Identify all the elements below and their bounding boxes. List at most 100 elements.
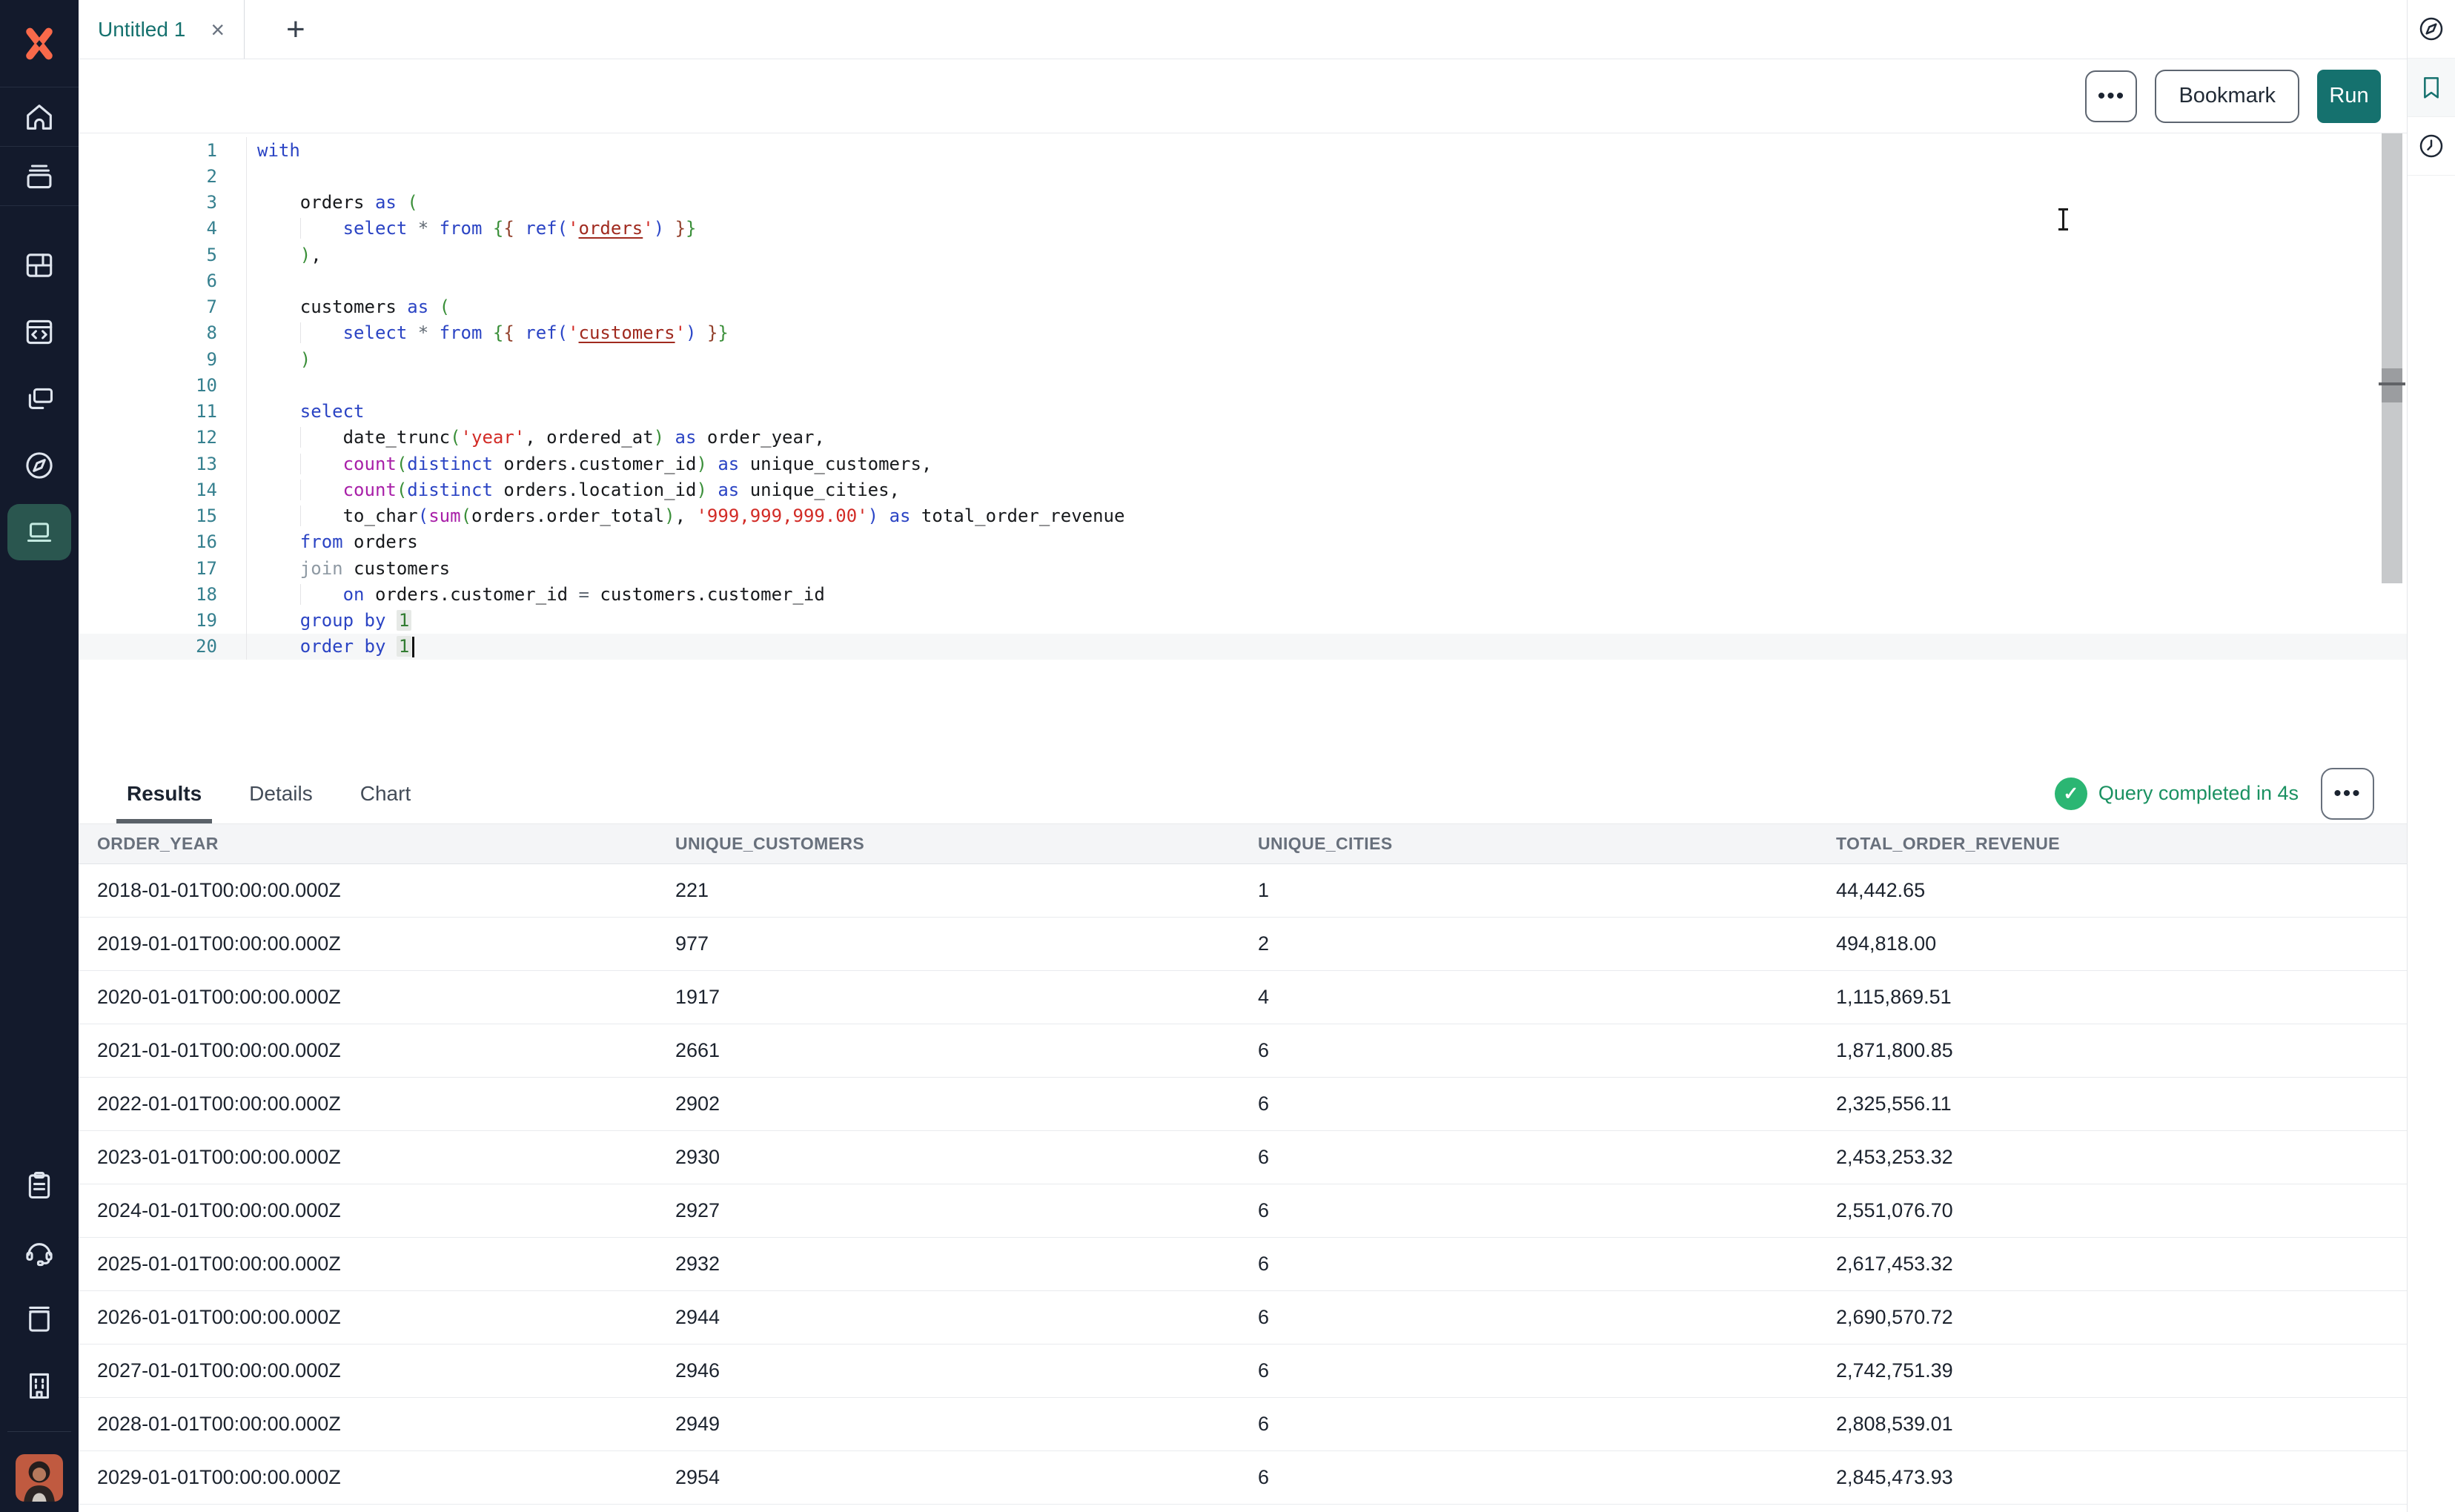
run-button[interactable]: Run xyxy=(2317,69,2381,123)
code-line-16: 16 from orders xyxy=(79,528,2407,555)
sidebar-item-code-window[interactable] xyxy=(0,302,79,362)
tab-details[interactable]: Details xyxy=(249,763,313,823)
line-number: 1 xyxy=(79,137,247,164)
code-line-10: 10 xyxy=(79,372,2407,399)
cell-order_year: 2018-01-01T00:00:00.000Z xyxy=(97,879,341,901)
cell-unique_cities: 2 xyxy=(1258,932,1270,955)
right-rail-item-bookmark[interactable] xyxy=(2408,59,2455,117)
cell-unique_customers: 2932 xyxy=(675,1253,720,1275)
code-line-11: 11 select xyxy=(79,398,2407,425)
hex-logo[interactable] xyxy=(0,0,79,87)
cell-order_year: 2019-01-01T00:00:00.000Z xyxy=(97,932,341,955)
code-line-17: 17 join customers xyxy=(79,555,2407,582)
avatar-image xyxy=(16,1454,63,1502)
column-header-total_order_revenue[interactable]: TOTAL_ORDER_REVENUE xyxy=(1836,834,2407,854)
sidebar-item-laptop[interactable] xyxy=(0,503,79,562)
code-text: count(distinct orders.location_id) as un… xyxy=(257,480,900,500)
query-status: Query completed in 4s xyxy=(2098,782,2299,804)
results-table: ORDER_YEAR UNIQUE_CUSTOMERS UNIQUE_CITIES T… xyxy=(79,824,2407,1512)
bookmark-button[interactable]: Bookmark xyxy=(2155,69,2299,123)
code-text: date_trunc('year', ordered_at) as order_… xyxy=(257,427,825,448)
table-row: 2026-01-01T00:00:00.000Z 2944 6 2,690,570.7… xyxy=(79,1291,2407,1344)
cell-unique_cities: 1 xyxy=(1258,879,1270,901)
resize-handle[interactable] xyxy=(2379,382,2405,385)
column-header-unique_customers[interactable]: UNIQUE_CUSTOMERS xyxy=(675,834,1258,854)
editor-scrollbar[interactable] xyxy=(2379,133,2405,583)
code-line-20: 20 order by 1 xyxy=(79,633,2407,660)
cell-order_year: 2020-01-01T00:00:00.000Z xyxy=(97,986,341,1008)
organization-icon xyxy=(29,1373,50,1399)
sidebar-item-organization[interactable] xyxy=(0,1356,79,1415)
cell-unique_cities: 6 xyxy=(1258,1039,1270,1061)
laptop-icon xyxy=(27,523,52,543)
user-avatar[interactable] xyxy=(16,1454,63,1502)
query-success-icon: ✓ xyxy=(2054,777,2087,810)
sidebar-item-clipboard[interactable] xyxy=(0,1155,79,1215)
code-line-3: 3 orders as ( xyxy=(79,189,2407,216)
code-line-7: 7 customers as ( xyxy=(79,294,2407,320)
tab-close-icon[interactable]: × xyxy=(211,18,225,42)
cell-unique_cities: 6 xyxy=(1258,1199,1270,1221)
cell-total_order_revenue: 1,115,869.51 xyxy=(1836,986,1952,1008)
sidebar-item-compass[interactable] xyxy=(0,436,79,495)
clipboard-icon xyxy=(28,1171,50,1199)
cell-total_order_revenue: 2,617,453.32 xyxy=(1836,1253,1953,1275)
tab-untitled-1[interactable]: Untitled 1 × xyxy=(79,0,245,59)
code-text: on orders.customer_id = customers.custom… xyxy=(257,584,825,605)
cell-total_order_revenue: 2,551,076.70 xyxy=(1836,1199,1953,1221)
column-header-order_year[interactable]: ORDER_YEAR xyxy=(97,834,675,854)
code-line-2: 2 xyxy=(79,163,2407,190)
sidebar-item-home[interactable] xyxy=(0,87,79,147)
code-line-9: 9 ) xyxy=(79,346,2407,373)
code-line-5: 5 ), xyxy=(79,242,2407,268)
hex-logo-icon xyxy=(26,27,53,59)
cell-unique_customers: 1917 xyxy=(675,986,720,1008)
tab-chart[interactable]: Chart xyxy=(360,763,411,823)
sidebar-item-windows[interactable] xyxy=(0,369,79,428)
cell-total_order_revenue: 2,325,556.11 xyxy=(1836,1092,1952,1115)
sql-editor[interactable]: 1 with 2 3 orders as (4 select * from {{ re… xyxy=(79,133,2407,660)
cell-total_order_revenue: 2,845,473.93 xyxy=(1836,1466,1953,1488)
sidebar-item-docs[interactable] xyxy=(0,1289,79,1348)
right-rail-item-history[interactable] xyxy=(2408,117,2455,176)
cell-unique_customers: 221 xyxy=(675,879,709,901)
text-cursor xyxy=(2058,208,2068,231)
sidebar-item-collections[interactable] xyxy=(0,147,79,206)
sql-cell: 1 with 2 3 orders as (4 select * from {{ re… xyxy=(79,133,2407,763)
active-item-highlight xyxy=(7,504,71,560)
code-text: with xyxy=(257,139,300,161)
line-number: 19 xyxy=(79,607,247,634)
code-text: orders as ( xyxy=(257,192,418,213)
code-text: select xyxy=(299,401,365,422)
new-tab-button[interactable]: + xyxy=(286,11,305,48)
code-text: from orders xyxy=(299,531,418,553)
cell-unique_customers: 2954 xyxy=(675,1466,720,1488)
line-number: 12 xyxy=(79,424,247,451)
table-row: 2025-01-01T00:00:00.000Z 2932 6 2,617,453.3… xyxy=(79,1238,2407,1291)
cell-order_year: 2025-01-01T00:00:00.000Z xyxy=(97,1253,341,1275)
main-panel: Untitled 1 × + ••• Bookmark Run 1 with 2 3 … xyxy=(79,0,2407,1512)
cell-order_year: 2023-01-01T00:00:00.000Z xyxy=(97,1146,341,1168)
code-line-15: 15 to_char(sum(orders.order_total), '999… xyxy=(79,503,2407,529)
tab-results[interactable]: Results xyxy=(116,763,213,823)
column-header-unique_cities[interactable]: UNIQUE_CITIES xyxy=(1258,834,1836,854)
compass-icon xyxy=(2419,17,2443,41)
table-row: 2019-01-01T00:00:00.000Z 977 2 494,818.00 xyxy=(79,918,2407,971)
sidebar-item-apps[interactable] xyxy=(0,236,79,295)
results-more-button[interactable]: ••• xyxy=(2321,767,2374,820)
cell-unique_customers: 2661 xyxy=(675,1039,720,1061)
project-tab-bar: Untitled 1 × + xyxy=(79,0,2407,59)
tab-title: Untitled 1 xyxy=(98,17,186,41)
line-number: 10 xyxy=(79,372,247,399)
compass-icon xyxy=(26,452,53,479)
scrollbar-thumb[interactable] xyxy=(2382,368,2402,402)
cell-more-button[interactable]: ••• xyxy=(2085,70,2138,122)
line-number: 7 xyxy=(79,294,247,320)
right-rail-item-compass[interactable] xyxy=(2408,0,2455,59)
left-sidebar xyxy=(0,0,79,1512)
sidebar-item-headset[interactable] xyxy=(0,1222,79,1281)
headset-icon xyxy=(26,1243,53,1267)
table-row: 2029-01-01T00:00:00.000Z 2954 6 2,845,473.9… xyxy=(79,1451,2407,1505)
line-number: 17 xyxy=(79,555,247,582)
